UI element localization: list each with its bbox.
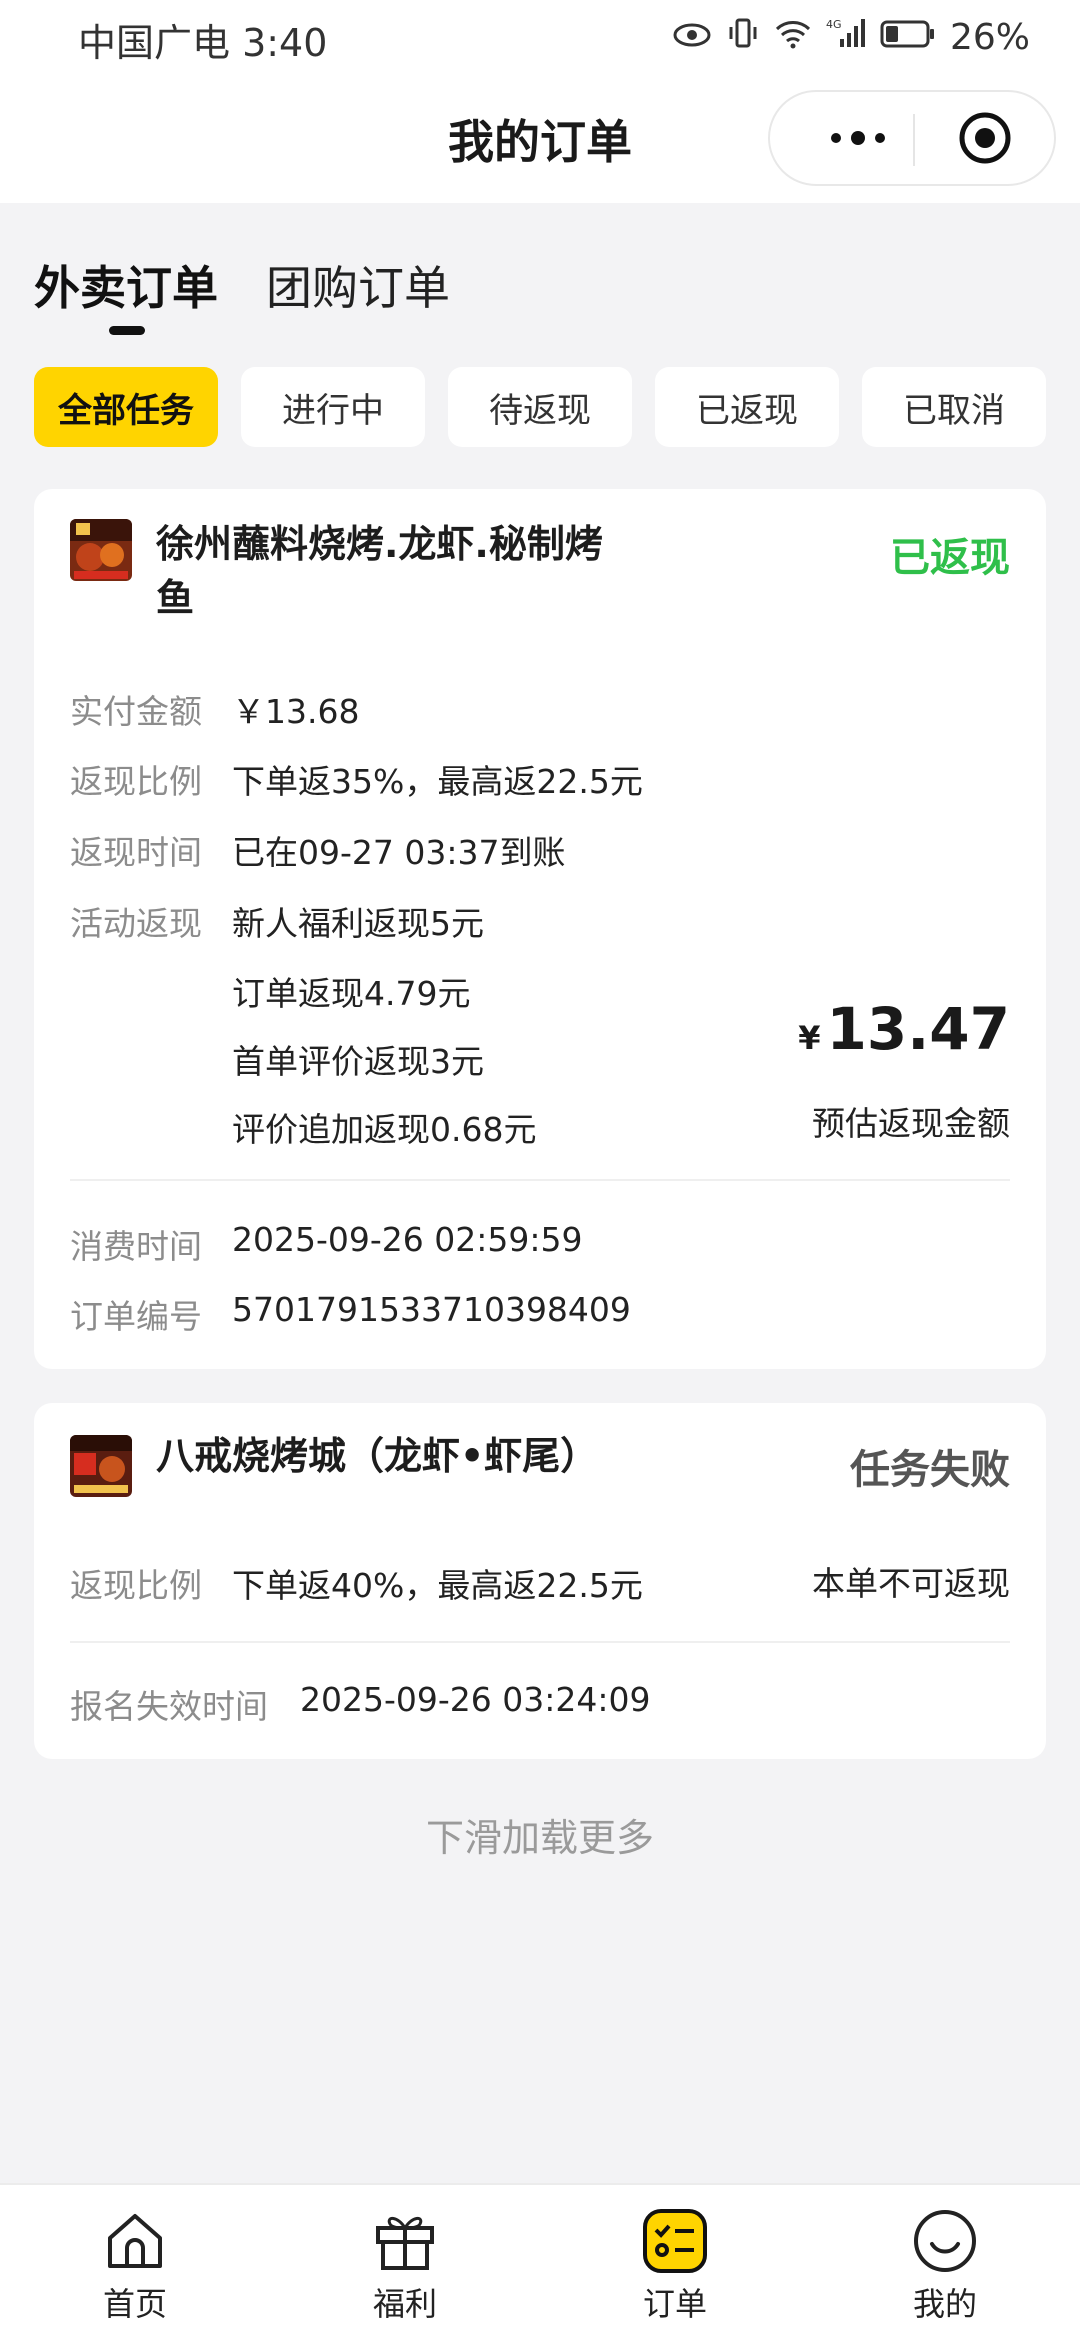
tab-takeout-orders[interactable]: 外卖订单: [34, 252, 218, 342]
eye-icon: [672, 17, 712, 58]
nav-welfare[interactable]: 福利: [325, 2207, 485, 2325]
filter-cashback-done[interactable]: 已返现: [655, 367, 839, 447]
battery-icon: [880, 17, 936, 58]
smile-face-icon: [911, 2207, 979, 2275]
nav-orders-label: 订单: [642, 2285, 707, 2323]
status-icons: 4G 26%: [672, 12, 1030, 62]
cashback-ratio-label: 返现比例: [70, 1566, 202, 1605]
estimated-amount-label: 预估返现金额: [812, 1104, 1010, 1143]
order-status-badge: 已返现: [890, 535, 1010, 581]
title-bar: 我的订单: [0, 76, 1080, 203]
status-filters: 全部任务 进行中 待返现 已返现 已取消: [34, 367, 1046, 447]
load-more-hint: 下滑加载更多: [425, 1816, 654, 1860]
order-status-badge: 任务失败: [850, 1447, 1010, 1493]
consume-time-label: 消费时间: [70, 1227, 202, 1266]
nav-home-label: 首页: [102, 2285, 167, 2323]
cashback-ratio-value: 下单返40%，最高返22.5元: [232, 1566, 643, 1605]
activity-item: 新人福利返现5元: [232, 904, 484, 943]
store-logo: [70, 1435, 132, 1497]
cashback-time-value: 已在09-27 03:37到账: [232, 833, 566, 872]
activity-item: 评价追加返现0.68元: [232, 1110, 537, 1149]
store-name: 徐州蘸料烧烤.龙虾.秘制烤鱼: [156, 522, 603, 620]
cashback-time-row: 返现时间 已在09-27 03:37到账: [70, 826, 565, 874]
order-list-icon: [641, 2207, 709, 2275]
mini-program-capsule: [768, 90, 1056, 186]
signal-icon: 4G: [826, 17, 866, 58]
currency-symbol: ¥: [798, 1019, 821, 1057]
order-type-tabs: 外卖订单 团购订单: [34, 252, 450, 342]
paid-amount-label: 实付金额: [70, 692, 202, 731]
divider: [70, 1641, 1010, 1643]
nav-mine[interactable]: 我的: [865, 2207, 1025, 2325]
activity-item: 首单评价返现3元: [232, 1042, 484, 1081]
status-bar: 中国广电 3:40 4G 26%: [0, 0, 1080, 76]
carrier-time: 中国广电 3:40: [78, 21, 328, 65]
target-circle-icon: [958, 111, 1012, 169]
consume-time-row: 消费时间 2025-09-26 02:59:59: [70, 1220, 582, 1268]
cashback-ratio-value: 下单返35%，最高返22.5元: [232, 762, 643, 801]
store-name: 八戒烧烤城（龙虾•虾尾）: [156, 1434, 599, 1478]
order-card[interactable]: 徐州蘸料烧烤.龙虾.秘制烤鱼 已返现 实付金额 ￥13.68 返现比例 下单返3…: [34, 489, 1046, 1369]
expire-time-row: 报名失效时间 2025-09-26 03:24:09: [70, 1680, 650, 1728]
expire-time-value: 2025-09-26 03:24:09: [300, 1680, 651, 1719]
paid-amount-row: 实付金额 ￥13.68: [70, 685, 359, 733]
cashback-ratio-row: 返现比例 下单返35%，最高返22.5元: [70, 755, 643, 803]
estimated-amount-value: 13.47: [826, 995, 1010, 1063]
activity-item: 订单返现4.79元: [232, 974, 471, 1013]
activity-cashback-row: 活动返现 新人福利返现5元: [70, 897, 484, 945]
vibrate-icon: [726, 16, 760, 59]
estimated-cashback-amount: ¥ 13.47: [798, 995, 1010, 1063]
activity-cashback-label: 活动返现: [70, 904, 202, 943]
more-button[interactable]: [808, 112, 908, 168]
order-number-row: 订单编号 5701791533710398409: [70, 1290, 631, 1338]
capsule-divider: [913, 114, 915, 166]
order-number-label: 订单编号: [70, 1297, 202, 1336]
paid-amount-value: ￥13.68: [232, 692, 360, 731]
filter-pending-cashback[interactable]: 待返现: [448, 367, 632, 447]
divider: [70, 1179, 1010, 1181]
battery-percent: 26%: [949, 16, 1030, 58]
close-mini-program-button[interactable]: [955, 112, 1015, 168]
filter-cancelled[interactable]: 已取消: [862, 367, 1046, 447]
order-card[interactable]: 八戒烧烤城（龙虾•虾尾） 任务失败 返现比例 下单返40%，最高返22.5元 本…: [34, 1403, 1046, 1759]
nav-welfare-label: 福利: [372, 2285, 437, 2323]
expire-time-label: 报名失效时间: [70, 1687, 268, 1726]
home-icon: [101, 2207, 169, 2275]
filter-in-progress[interactable]: 进行中: [241, 367, 425, 447]
filter-all-tasks[interactable]: 全部任务: [34, 367, 218, 447]
tab-group-buy-orders[interactable]: 团购订单: [266, 252, 450, 342]
cashback-ratio-label: 返现比例: [70, 762, 202, 801]
nav-mine-label: 我的: [912, 2285, 977, 2323]
network-type: 4G: [826, 18, 842, 31]
no-cashback-note: 本单不可返现: [812, 1564, 1010, 1603]
nav-orders[interactable]: 订单: [595, 2207, 755, 2325]
store-logo: [70, 519, 132, 581]
bottom-nav: 首页 福利 订单 我的: [0, 2183, 1080, 2340]
more-dots-icon: [828, 130, 888, 150]
wifi-icon: [774, 17, 812, 58]
nav-home[interactable]: 首页: [55, 2207, 215, 2325]
cashback-ratio-row: 返现比例 下单返40%，最高返22.5元: [70, 1559, 643, 1607]
cashback-time-label: 返现时间: [70, 833, 202, 872]
gift-icon: [371, 2207, 439, 2275]
consume-time-value: 2025-09-26 02:59:59: [232, 1220, 583, 1259]
order-number-value[interactable]: 5701791533710398409: [232, 1290, 631, 1338]
